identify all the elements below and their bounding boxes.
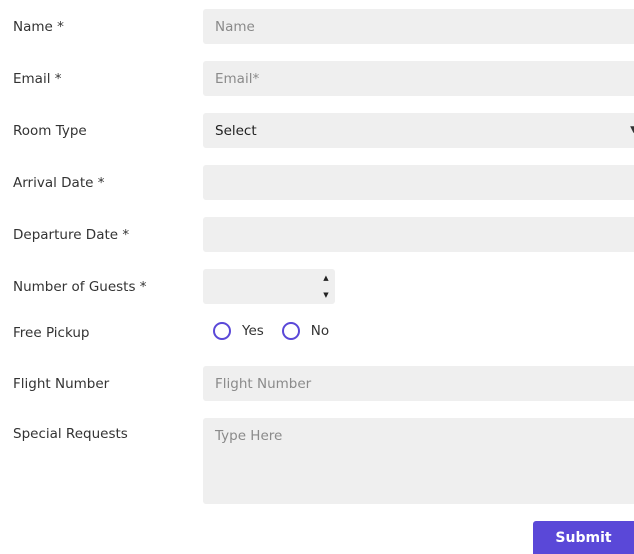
free-pickup-no-label: No: [310, 323, 330, 339]
guests-stepper[interactable]: ▲ ▼: [320, 273, 332, 300]
flight-number-label: Flight Number: [13, 376, 110, 392]
radio-unchecked-icon[interactable]: [281, 322, 300, 340]
free-pickup-yes-label: Yes: [242, 323, 264, 339]
chevron-down-icon: ▼: [630, 125, 634, 135]
stepper-up-icon[interactable]: ▲: [323, 273, 328, 283]
special-requests-textarea[interactable]: [203, 418, 634, 504]
arrival-date-input[interactable]: [203, 165, 634, 200]
guests-number-input[interactable]: ▲ ▼: [203, 269, 335, 304]
flight-number-input[interactable]: [203, 366, 634, 401]
departure-date-label: Departure Date *: [13, 227, 130, 243]
email-input[interactable]: [203, 61, 634, 96]
room-type-select[interactable]: Select ▼: [203, 113, 634, 148]
guests-label: Number of Guests *: [13, 279, 147, 295]
free-pickup-radio-group: Yes No: [213, 322, 347, 340]
name-input[interactable]: [203, 9, 634, 44]
free-pickup-no-option[interactable]: No: [281, 322, 330, 340]
special-requests-label: Special Requests: [13, 426, 128, 442]
arrival-date-label: Arrival Date *: [13, 175, 105, 191]
room-type-selected-value: Select: [215, 122, 257, 139]
room-type-label: Room Type: [13, 123, 87, 139]
free-pickup-yes-option[interactable]: Yes: [213, 322, 264, 340]
submit-button[interactable]: Submit: [533, 521, 634, 554]
name-label: Name *: [13, 19, 64, 35]
free-pickup-label: Free Pickup: [13, 325, 90, 341]
radio-unchecked-icon[interactable]: [213, 322, 231, 340]
stepper-down-icon[interactable]: ▼: [323, 290, 328, 300]
email-label: Email *: [13, 71, 62, 87]
departure-date-input[interactable]: [203, 217, 634, 252]
